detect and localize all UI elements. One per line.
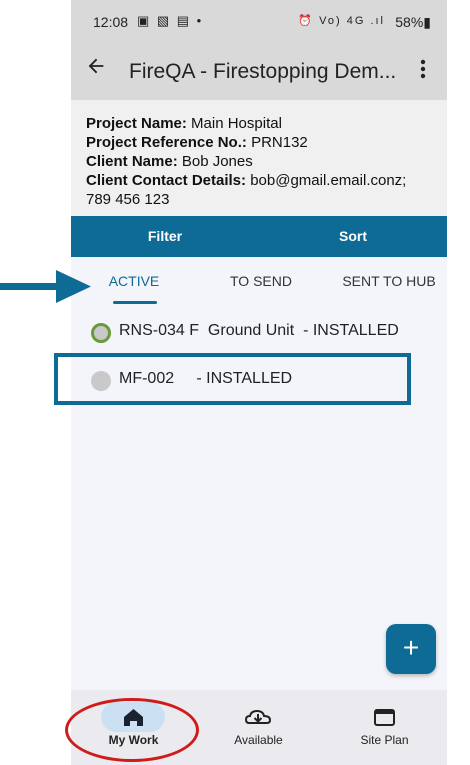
client-contact-value: bob@gmail.email.conz; [250,172,407,189]
status-tabs: ACTIVE TO SEND SENT TO HUB [71,257,447,305]
project-ref-value: PRN132 [251,134,308,151]
back-arrow-icon[interactable] [85,55,107,84]
project-name-label: Project Name: [86,115,187,132]
filter-button[interactable]: Filter [71,216,259,257]
tab-sent-to-hub[interactable]: SENT TO HUB [339,257,439,305]
list-item[interactable]: RNS-034 F Ground Unit - INSTALLED [71,310,447,354]
battery-percent: 58% [395,14,424,30]
nav-available[interactable]: Available [196,690,321,765]
screenshot-page: 12:08 ▣ ▧ ▤ • ⏰ Vo) 4G .ıl 58%▮ FireQA -… [0,0,470,765]
status-time: 12:08 [93,14,129,30]
active-tab-indicator [113,301,157,304]
client-name-line: Client Name: Bob Jones [86,152,433,171]
client-contact-label: Client Contact Details: [86,172,247,189]
client-name-label: Client Name: [86,153,178,170]
app-bar: FireQA - Firestopping Dem... [71,44,447,100]
tab-to-send[interactable]: TO SEND [219,257,303,305]
project-details: Project Name: Main Hospital Project Refe… [71,100,447,216]
nav-site-plan-label: Site Plan [360,733,409,747]
list-item-text: RNS-034 F Ground Unit - INSTALLED [119,322,399,339]
tab-active[interactable]: ACTIVE [91,257,177,305]
client-contact-line-2: 789 456 123 [86,191,170,208]
filter-sort-bar: Filter Sort [71,216,447,257]
project-ref-line: Project Reference No.: PRN132 [86,133,433,152]
nav-site-plan[interactable]: Site Plan [322,690,447,765]
annotation-highlight-circle [65,698,199,762]
project-name-value: Main Hospital [191,115,282,132]
battery-icon: 58%▮ [395,14,431,30]
status-bar: 12:08 ▣ ▧ ▤ • ⏰ Vo) 4G .ıl 58%▮ [71,0,447,44]
project-name-line: Project Name: Main Hospital [86,114,433,133]
annotation-highlight-box [54,353,411,405]
window-icon [374,709,395,726]
nav-available-label: Available [234,733,283,747]
signal-icons: ⏰ Vo) 4G .ıl [298,15,385,27]
sort-button[interactable]: Sort [259,216,447,257]
annotation-arrow-icon [0,270,91,303]
status-dot-icon [91,323,111,343]
cloud-download-icon [244,709,272,724]
more-vertical-icon[interactable] [413,57,433,86]
project-ref-label: Project Reference No.: [86,134,247,151]
notification-icons: ▣ ▧ ▤ • [137,13,204,28]
app-title: FireQA - Firestopping Dem... [129,60,397,83]
client-name-value: Bob Jones [181,153,253,170]
client-contact-line: Client Contact Details: bob@gmail.email.… [86,171,433,190]
add-button[interactable]: + [386,624,436,674]
